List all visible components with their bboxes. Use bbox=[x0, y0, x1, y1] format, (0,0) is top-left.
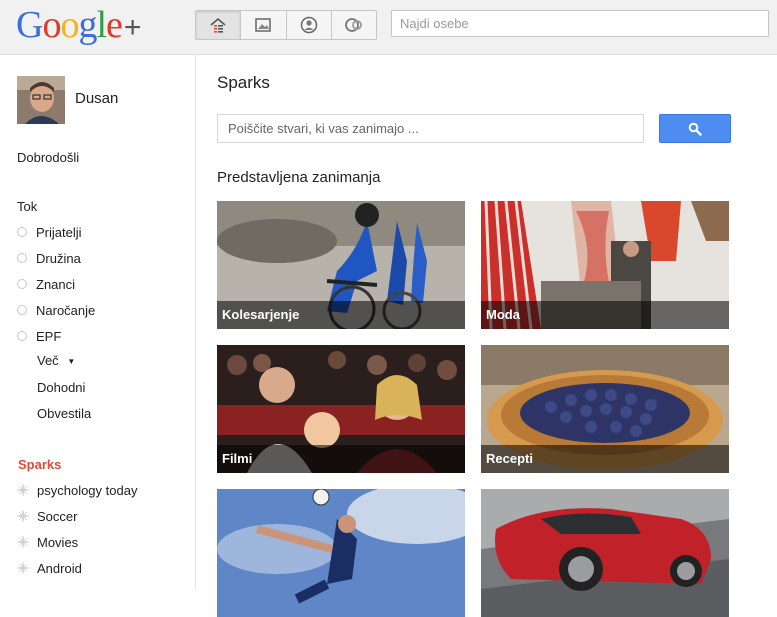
search-icon bbox=[688, 122, 702, 136]
tile-label: Moda bbox=[481, 301, 729, 329]
circle-item[interactable]: Prijatelji bbox=[17, 222, 82, 242]
interest-tile-fashion[interactable]: Moda bbox=[481, 201, 729, 329]
top-bar: Google+ bbox=[0, 0, 777, 55]
featured-interests-title: Predstavljena zanimanja bbox=[217, 169, 381, 186]
circle-label: Družina bbox=[36, 250, 81, 266]
people-search-input[interactable] bbox=[391, 10, 769, 37]
spark-label: Movies bbox=[37, 534, 79, 550]
google-plus-logo[interactable]: Google+ bbox=[16, 3, 141, 47]
circle-item[interactable]: Naročanje bbox=[17, 300, 95, 320]
photos-icon bbox=[255, 18, 272, 32]
circle-icon bbox=[17, 279, 27, 289]
circle-icon bbox=[17, 227, 27, 237]
circle-item[interactable]: Družina bbox=[17, 248, 81, 268]
circle-icon bbox=[17, 305, 27, 315]
notifications-link[interactable]: Obvestila bbox=[37, 406, 91, 421]
circles-icon bbox=[344, 18, 362, 32]
photos-button[interactable] bbox=[240, 11, 285, 39]
circle-label: Naročanje bbox=[36, 302, 96, 318]
user-name[interactable]: Dusan bbox=[75, 90, 118, 107]
tile-label: Recepti bbox=[481, 445, 729, 473]
more-link[interactable]: Več ▼ bbox=[37, 353, 75, 368]
spark-label: Soccer bbox=[37, 508, 78, 524]
spark-item[interactable]: Android bbox=[17, 558, 82, 578]
spark-star-icon bbox=[17, 484, 29, 496]
interest-tile-movies[interactable]: Filmi bbox=[217, 345, 465, 473]
circle-label: Prijatelji bbox=[36, 224, 82, 240]
spark-label: psychology today bbox=[37, 482, 138, 498]
interest-tile-recipes[interactable]: Recepti bbox=[481, 345, 729, 473]
profile-icon bbox=[300, 16, 317, 34]
interest-tile-cycling[interactable]: Kolesarjenje bbox=[217, 201, 465, 329]
stream-link[interactable]: Tok bbox=[17, 199, 37, 214]
page-title: Sparks bbox=[217, 73, 270, 92]
circle-item[interactable]: Znanci bbox=[17, 274, 75, 294]
sparks-heading[interactable]: Sparks bbox=[18, 457, 61, 472]
home-button[interactable] bbox=[196, 11, 241, 39]
circle-label: Znanci bbox=[36, 276, 76, 292]
sidebar: Dusan Dobrodošli Tok Prijatelji Družina … bbox=[0, 55, 196, 591]
circle-label: EPF bbox=[36, 328, 62, 344]
avatar[interactable] bbox=[17, 76, 65, 124]
spark-label: Android bbox=[37, 560, 82, 576]
sparks-search-input[interactable] bbox=[217, 114, 644, 143]
profile-button[interactable] bbox=[285, 11, 331, 39]
tile-label: Filmi bbox=[217, 445, 465, 473]
tile-label: Kolesarjenje bbox=[217, 301, 465, 329]
spark-star-icon bbox=[17, 510, 29, 522]
interest-tile-soccer[interactable] bbox=[217, 489, 465, 617]
more-label: Več bbox=[37, 353, 59, 368]
circle-item[interactable]: EPF bbox=[17, 326, 61, 346]
home-icon bbox=[210, 17, 226, 33]
search-button[interactable] bbox=[659, 114, 731, 143]
circle-icon bbox=[17, 253, 27, 263]
soccer-image bbox=[217, 489, 465, 617]
spark-star-icon bbox=[17, 536, 29, 548]
circles-button[interactable] bbox=[330, 11, 376, 39]
incoming-link[interactable]: Dohodni bbox=[37, 380, 85, 395]
car-image bbox=[481, 489, 729, 617]
spark-item[interactable]: psychology today bbox=[17, 480, 137, 500]
caret-down-icon: ▼ bbox=[67, 357, 76, 367]
interest-tile-cars[interactable] bbox=[481, 489, 729, 617]
nav-buttons bbox=[195, 10, 377, 40]
circle-icon bbox=[17, 331, 27, 341]
spark-star-icon bbox=[17, 562, 29, 574]
spark-item[interactable]: Movies bbox=[17, 532, 78, 552]
welcome-link[interactable]: Dobrodošli bbox=[17, 150, 79, 165]
spark-item[interactable]: Soccer bbox=[17, 506, 77, 526]
